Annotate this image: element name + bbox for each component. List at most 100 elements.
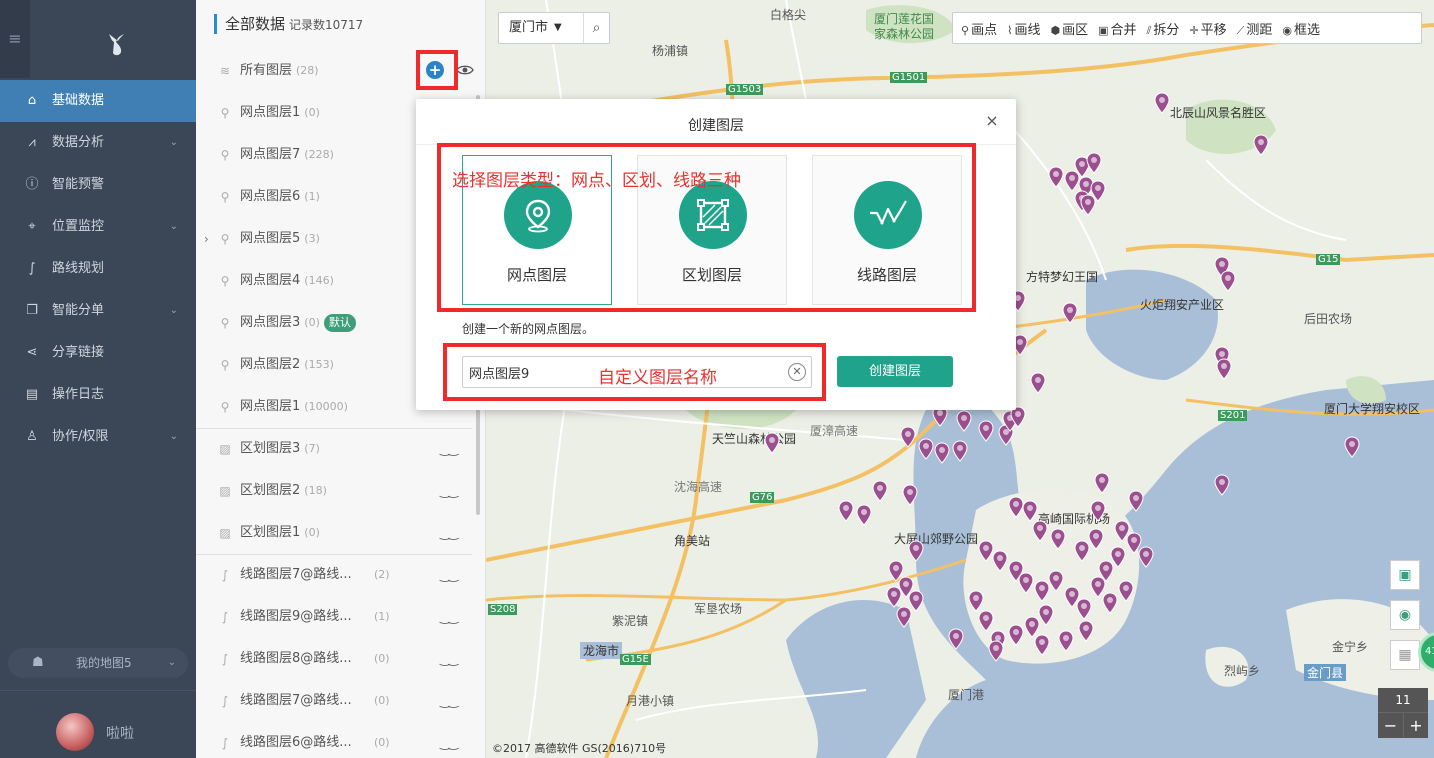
map-marker-icon[interactable] <box>968 590 984 612</box>
nav-item[interactable]: ⓘ 智能预警 <box>0 164 196 206</box>
tool-button[interactable]: ◉ 框选 <box>1282 19 1320 38</box>
close-icon[interactable]: × <box>982 111 1002 131</box>
eye-closed-icon[interactable]: ‿‿ <box>440 512 458 554</box>
map-marker-icon[interactable] <box>1253 134 1269 156</box>
tool-button[interactable]: ✛ 平移 <box>1189 19 1226 38</box>
eye-closed-icon[interactable]: ‿‿ <box>440 554 458 596</box>
layer-row[interactable]: ∫ 线路图层9@路线... (1) ‿‿ <box>196 596 476 638</box>
menu-toggle-icon[interactable]: ≡ <box>0 0 30 78</box>
avatar[interactable] <box>56 713 94 751</box>
tool-button[interactable]: ⟋ 测距 <box>1237 19 1273 38</box>
layer-row[interactable]: ∫ 线路图层7@路线... (0) ‿‿ <box>196 680 476 722</box>
map-marker-icon[interactable] <box>1008 624 1024 646</box>
my-map-selector[interactable]: ☗ 我的地图5 ⌄ <box>8 648 188 678</box>
map-marker-icon[interactable] <box>978 610 994 632</box>
map-marker-icon[interactable] <box>856 504 872 526</box>
map-label: 金宁乡 <box>1332 640 1369 654</box>
map-grid-icon[interactable]: ▦ <box>1390 640 1420 670</box>
create-layer-button[interactable]: 创建图层 <box>837 356 953 387</box>
map-marker-icon[interactable] <box>1048 166 1064 188</box>
search-icon[interactable]: ⌕ <box>583 13 609 43</box>
nav-item[interactable]: ∫ 路线规划 <box>0 248 196 290</box>
eye-closed-icon[interactable]: ‿‿ <box>440 680 458 722</box>
map-marker-icon[interactable] <box>1220 270 1236 292</box>
map-marker-icon[interactable] <box>1110 546 1126 568</box>
nav-item[interactable]: ❐ 智能分单 ⌄ <box>0 290 196 332</box>
map-marker-icon[interactable] <box>978 420 994 442</box>
map-marker-icon[interactable] <box>1216 358 1232 380</box>
layer-row[interactable]: ∫ 线路图层8@路线... (0) ‿‿ <box>196 638 476 680</box>
map-marker-icon[interactable] <box>1038 604 1054 626</box>
pin-icon: ⚲ <box>220 274 230 288</box>
map-marker-icon[interactable] <box>764 432 780 454</box>
map-marker-icon[interactable] <box>1076 598 1092 620</box>
map-marker-icon[interactable] <box>1018 572 1034 594</box>
map-marker-icon[interactable] <box>900 426 916 448</box>
tool-button[interactable]: ⫽ 拆分 <box>1147 19 1180 38</box>
map-marker-icon[interactable] <box>1090 500 1106 522</box>
nav-item[interactable]: ▤ 操作日志 <box>0 374 196 416</box>
map-marker-icon[interactable] <box>1062 302 1078 324</box>
eye-closed-icon[interactable]: ‿‿ <box>440 470 458 512</box>
map-marker-icon[interactable] <box>1032 520 1048 542</box>
map-marker-icon[interactable] <box>1094 472 1110 494</box>
map-marker-icon[interactable] <box>896 606 912 628</box>
chevron-right-icon[interactable]: › <box>204 218 209 260</box>
map-marker-icon[interactable] <box>918 438 934 460</box>
nav-item[interactable]: ♙ 协作/权限 ⌄ <box>0 416 196 458</box>
eye-closed-icon[interactable]: ‿‿ <box>440 428 458 470</box>
zoom-in-button[interactable]: + <box>1403 712 1428 738</box>
map-marker-icon[interactable] <box>1034 634 1050 656</box>
tool-button[interactable]: ▣ 合并 <box>1098 19 1136 38</box>
map-marker-icon[interactable] <box>1118 580 1134 602</box>
map-marker-icon[interactable] <box>1048 570 1064 592</box>
nav-item[interactable]: ⋖ 分享链接 <box>0 332 196 374</box>
zoom-out-button[interactable]: − <box>1378 712 1403 738</box>
save-icon[interactable]: ▣ <box>1390 560 1420 590</box>
layer-row[interactable]: ∫ 线路图层6@路线... (0) ‿‿ <box>196 722 476 758</box>
map-marker-icon[interactable] <box>992 550 1008 572</box>
map-marker-icon[interactable] <box>1022 500 1038 522</box>
layer-row[interactable]: ▨ 区划图层1 (0) ‿‿ <box>196 512 476 554</box>
eye-icon[interactable]: ◉ <box>1390 600 1420 630</box>
city-selector[interactable]: 厦门市 ▼ ⌕ <box>498 12 610 44</box>
map-marker-icon[interactable] <box>1088 528 1104 550</box>
map-marker-icon[interactable] <box>1154 92 1170 114</box>
eye-closed-icon[interactable]: ‿‿ <box>440 638 458 680</box>
nav-item[interactable]: ⩘ 数据分析 ⌄ <box>0 122 196 164</box>
tool-button[interactable]: ⌇ 画线 <box>1007 19 1040 38</box>
map-marker-icon[interactable] <box>1050 528 1066 550</box>
annotation-box-types <box>437 143 976 312</box>
eye-icon[interactable] <box>456 61 474 79</box>
eye-closed-icon[interactable]: ‿‿ <box>440 596 458 638</box>
nav-item[interactable]: ⌂ 基础数据 <box>0 80 196 122</box>
map-marker-icon[interactable] <box>1086 152 1102 174</box>
layer-row[interactable]: ▨ 区划图层3 (7) ‿‿ <box>196 428 476 470</box>
nav-item[interactable]: ⌖ 位置监控 ⌄ <box>0 206 196 248</box>
map-marker-icon[interactable] <box>1128 490 1144 512</box>
map-marker-icon[interactable] <box>1344 436 1360 458</box>
map-marker-icon[interactable] <box>952 440 968 462</box>
map-marker-icon[interactable] <box>1138 546 1154 568</box>
map-marker-icon[interactable] <box>838 500 854 522</box>
layer-row[interactable]: ∫ 线路图层7@路线... (2) ‿‿ <box>196 554 476 596</box>
map-marker-icon[interactable] <box>988 640 1004 662</box>
map-marker-icon[interactable] <box>1102 592 1118 614</box>
tool-button[interactable]: ⬢ 画区 <box>1050 19 1088 38</box>
map-marker-icon[interactable] <box>886 586 902 608</box>
map-marker-icon[interactable] <box>1058 630 1074 652</box>
map-marker-icon[interactable] <box>948 628 964 650</box>
map-marker-icon[interactable] <box>956 410 972 432</box>
map-marker-icon[interactable] <box>908 540 924 562</box>
eye-closed-icon[interactable]: ‿‿ <box>440 722 458 758</box>
tool-button[interactable]: ⚲ 画点 <box>961 19 997 38</box>
map-marker-icon[interactable] <box>1030 372 1046 394</box>
map-marker-icon[interactable] <box>1078 620 1094 642</box>
map-marker-icon[interactable] <box>1214 474 1230 496</box>
map-marker-icon[interactable] <box>934 442 950 464</box>
map-marker-icon[interactable] <box>1080 194 1096 216</box>
layer-row[interactable]: ▨ 区划图层2 (18) ‿‿ <box>196 470 476 512</box>
layer-label: 线路图层7@路线... <box>240 567 352 582</box>
map-marker-icon[interactable] <box>902 484 918 506</box>
map-marker-icon[interactable] <box>872 480 888 502</box>
